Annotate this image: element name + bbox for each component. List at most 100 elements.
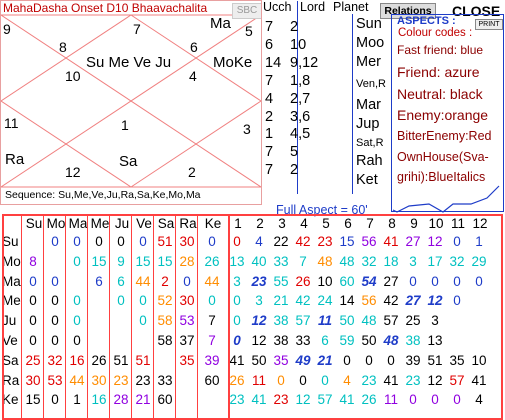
grid-cell: 57 bbox=[317, 392, 333, 408]
planet-list: Sun Moo Mer Ven,R Mar Jup Sat,R Rah Ket bbox=[356, 15, 386, 190]
grid-cell: 4 bbox=[343, 372, 351, 388]
grid-col-line bbox=[87, 214, 88, 420]
grid-cell: 27 bbox=[383, 273, 399, 289]
planet-name: Ket bbox=[356, 172, 378, 189]
ucch-value: 7 bbox=[265, 144, 274, 161]
grid-cell: 41 bbox=[251, 392, 267, 408]
grid-row-header: Ju bbox=[2, 313, 17, 329]
grid-cell: 3 bbox=[431, 313, 439, 329]
grid-row-header: Ve bbox=[2, 333, 18, 348]
grid-cell: 0 bbox=[73, 253, 81, 269]
grid-cell: 0 bbox=[453, 392, 461, 408]
grid-planet-header: Ma bbox=[68, 216, 88, 231]
grid-cell: 11 bbox=[251, 372, 266, 388]
grid-cell: 0 bbox=[409, 392, 417, 408]
planet-name: Mar bbox=[356, 96, 381, 113]
grid-cell: 13 bbox=[427, 333, 443, 348]
grid-planet-header: Mo bbox=[46, 216, 66, 231]
planet-header: Planet bbox=[333, 0, 369, 14]
grid-cell: 16 bbox=[91, 392, 107, 408]
grid-separator bbox=[228, 214, 230, 420]
grid-cell: 48 bbox=[317, 253, 333, 269]
grid-cell: 9 bbox=[117, 253, 125, 269]
grid-cell: 37 bbox=[179, 333, 195, 348]
grid-cell: 38 bbox=[273, 333, 289, 348]
grid-cell: 1 bbox=[475, 234, 483, 249]
grid-house-header: 10 bbox=[428, 216, 444, 231]
grid-planet-header: Ve bbox=[136, 216, 152, 231]
grid-cell: 6 bbox=[321, 333, 329, 348]
grid-cell: 0 bbox=[73, 333, 81, 348]
lord-value: 5 bbox=[290, 144, 299, 161]
grid-house-header: 6 bbox=[344, 216, 352, 231]
house-number: 4 bbox=[189, 68, 197, 84]
sbc-button[interactable]: SBC bbox=[232, 3, 261, 19]
grid-cell: 57 bbox=[295, 313, 311, 329]
grid-cell: 0 bbox=[51, 293, 59, 309]
grid-cell: 33 bbox=[273, 253, 289, 269]
grid-cell: 59 bbox=[339, 333, 355, 348]
grid-cell: 26 bbox=[295, 273, 311, 289]
planet-name: Ven,R bbox=[356, 77, 386, 90]
lord-header: Lord bbox=[300, 0, 326, 14]
ucch-value: 1 bbox=[265, 126, 274, 143]
grid-cell: 52 bbox=[157, 293, 173, 309]
grid-col-line bbox=[109, 214, 110, 420]
grid-cell: 4 bbox=[255, 234, 263, 249]
grid-cell: 23 bbox=[273, 392, 289, 408]
grid-col-line bbox=[43, 214, 44, 420]
legend-friend: Friend: azure bbox=[397, 64, 480, 80]
grid-col-line bbox=[21, 214, 22, 420]
aspect-grid: Su Mo Ma Me Ju Ve Sa Ra Ke 1 2 3 4 5 6 7 8 9 10 11 12 Su 0 0 0 0 0… bbox=[2, 214, 505, 420]
grid-cell: 30 bbox=[25, 372, 41, 388]
grid-cell: 3 bbox=[255, 293, 263, 309]
grid-cell: 50 bbox=[339, 313, 355, 329]
grid-cell: 15 bbox=[339, 234, 355, 249]
grid-cell: 41 bbox=[471, 372, 487, 388]
lord-value: 4,5 bbox=[290, 126, 311, 143]
grid-border-left bbox=[2, 214, 4, 420]
grid-cell: 15 bbox=[135, 253, 151, 269]
bhava-chart: MahaDasha Onset D10 Bhaavachalita SBC 9 … bbox=[0, 0, 262, 205]
grid-house-header: 4 bbox=[300, 216, 308, 231]
grid-cell: 32 bbox=[449, 253, 465, 269]
grid-planet-header: Ke bbox=[204, 216, 222, 231]
grid-cell: 4 bbox=[475, 392, 483, 408]
grid-row-header: Ra bbox=[2, 372, 20, 388]
lord-list: 2 10 9,12 1,8 2,7 3,6 4,5 5 2 bbox=[290, 19, 318, 180]
grid-cell: 51 bbox=[427, 352, 443, 368]
grid-cell: 18 bbox=[383, 253, 399, 269]
grid-cell: 23 bbox=[317, 234, 333, 249]
grid-cell: 60 bbox=[339, 273, 355, 289]
grid-cell: 0 bbox=[208, 293, 216, 309]
grid-cell: 0 bbox=[73, 313, 81, 329]
grid-cell: 6 bbox=[95, 273, 103, 289]
grid-cell: 10 bbox=[471, 352, 487, 368]
grid-border-right bbox=[501, 214, 503, 420]
grid-cell: 58 bbox=[157, 333, 173, 348]
house-number: 12 bbox=[65, 164, 81, 180]
grid-cell: 35 bbox=[179, 352, 195, 368]
grid-cell: 30 bbox=[91, 372, 107, 388]
grid-house-header: 5 bbox=[322, 216, 330, 231]
grid-cell: 0 bbox=[453, 293, 461, 309]
grid-cell: 35 bbox=[449, 352, 465, 368]
grid-cell: 44 bbox=[69, 372, 85, 388]
grid-cell: 0 bbox=[431, 392, 439, 408]
grid-cell: 51 bbox=[135, 352, 151, 368]
grid-cell: 0 bbox=[51, 234, 59, 249]
grid-house-header: 12 bbox=[472, 216, 488, 231]
grid-house-header: 3 bbox=[278, 216, 286, 231]
grid-cell: 26 bbox=[204, 253, 220, 269]
grid-cell: 42 bbox=[383, 293, 399, 309]
grid-cell: 1 bbox=[73, 392, 81, 408]
grid-cell: 0 bbox=[139, 293, 147, 309]
grid-cell: 57 bbox=[383, 313, 399, 329]
ucch-value: 4 bbox=[265, 90, 274, 107]
grid-cell: 0 bbox=[321, 372, 329, 388]
grid-cell: 2 bbox=[161, 273, 169, 289]
grid-cell: 0 bbox=[139, 234, 147, 249]
planets-house-7: Sa bbox=[119, 153, 138, 170]
grid-cell: 53 bbox=[47, 372, 63, 388]
grid-cell: 39 bbox=[204, 352, 220, 368]
